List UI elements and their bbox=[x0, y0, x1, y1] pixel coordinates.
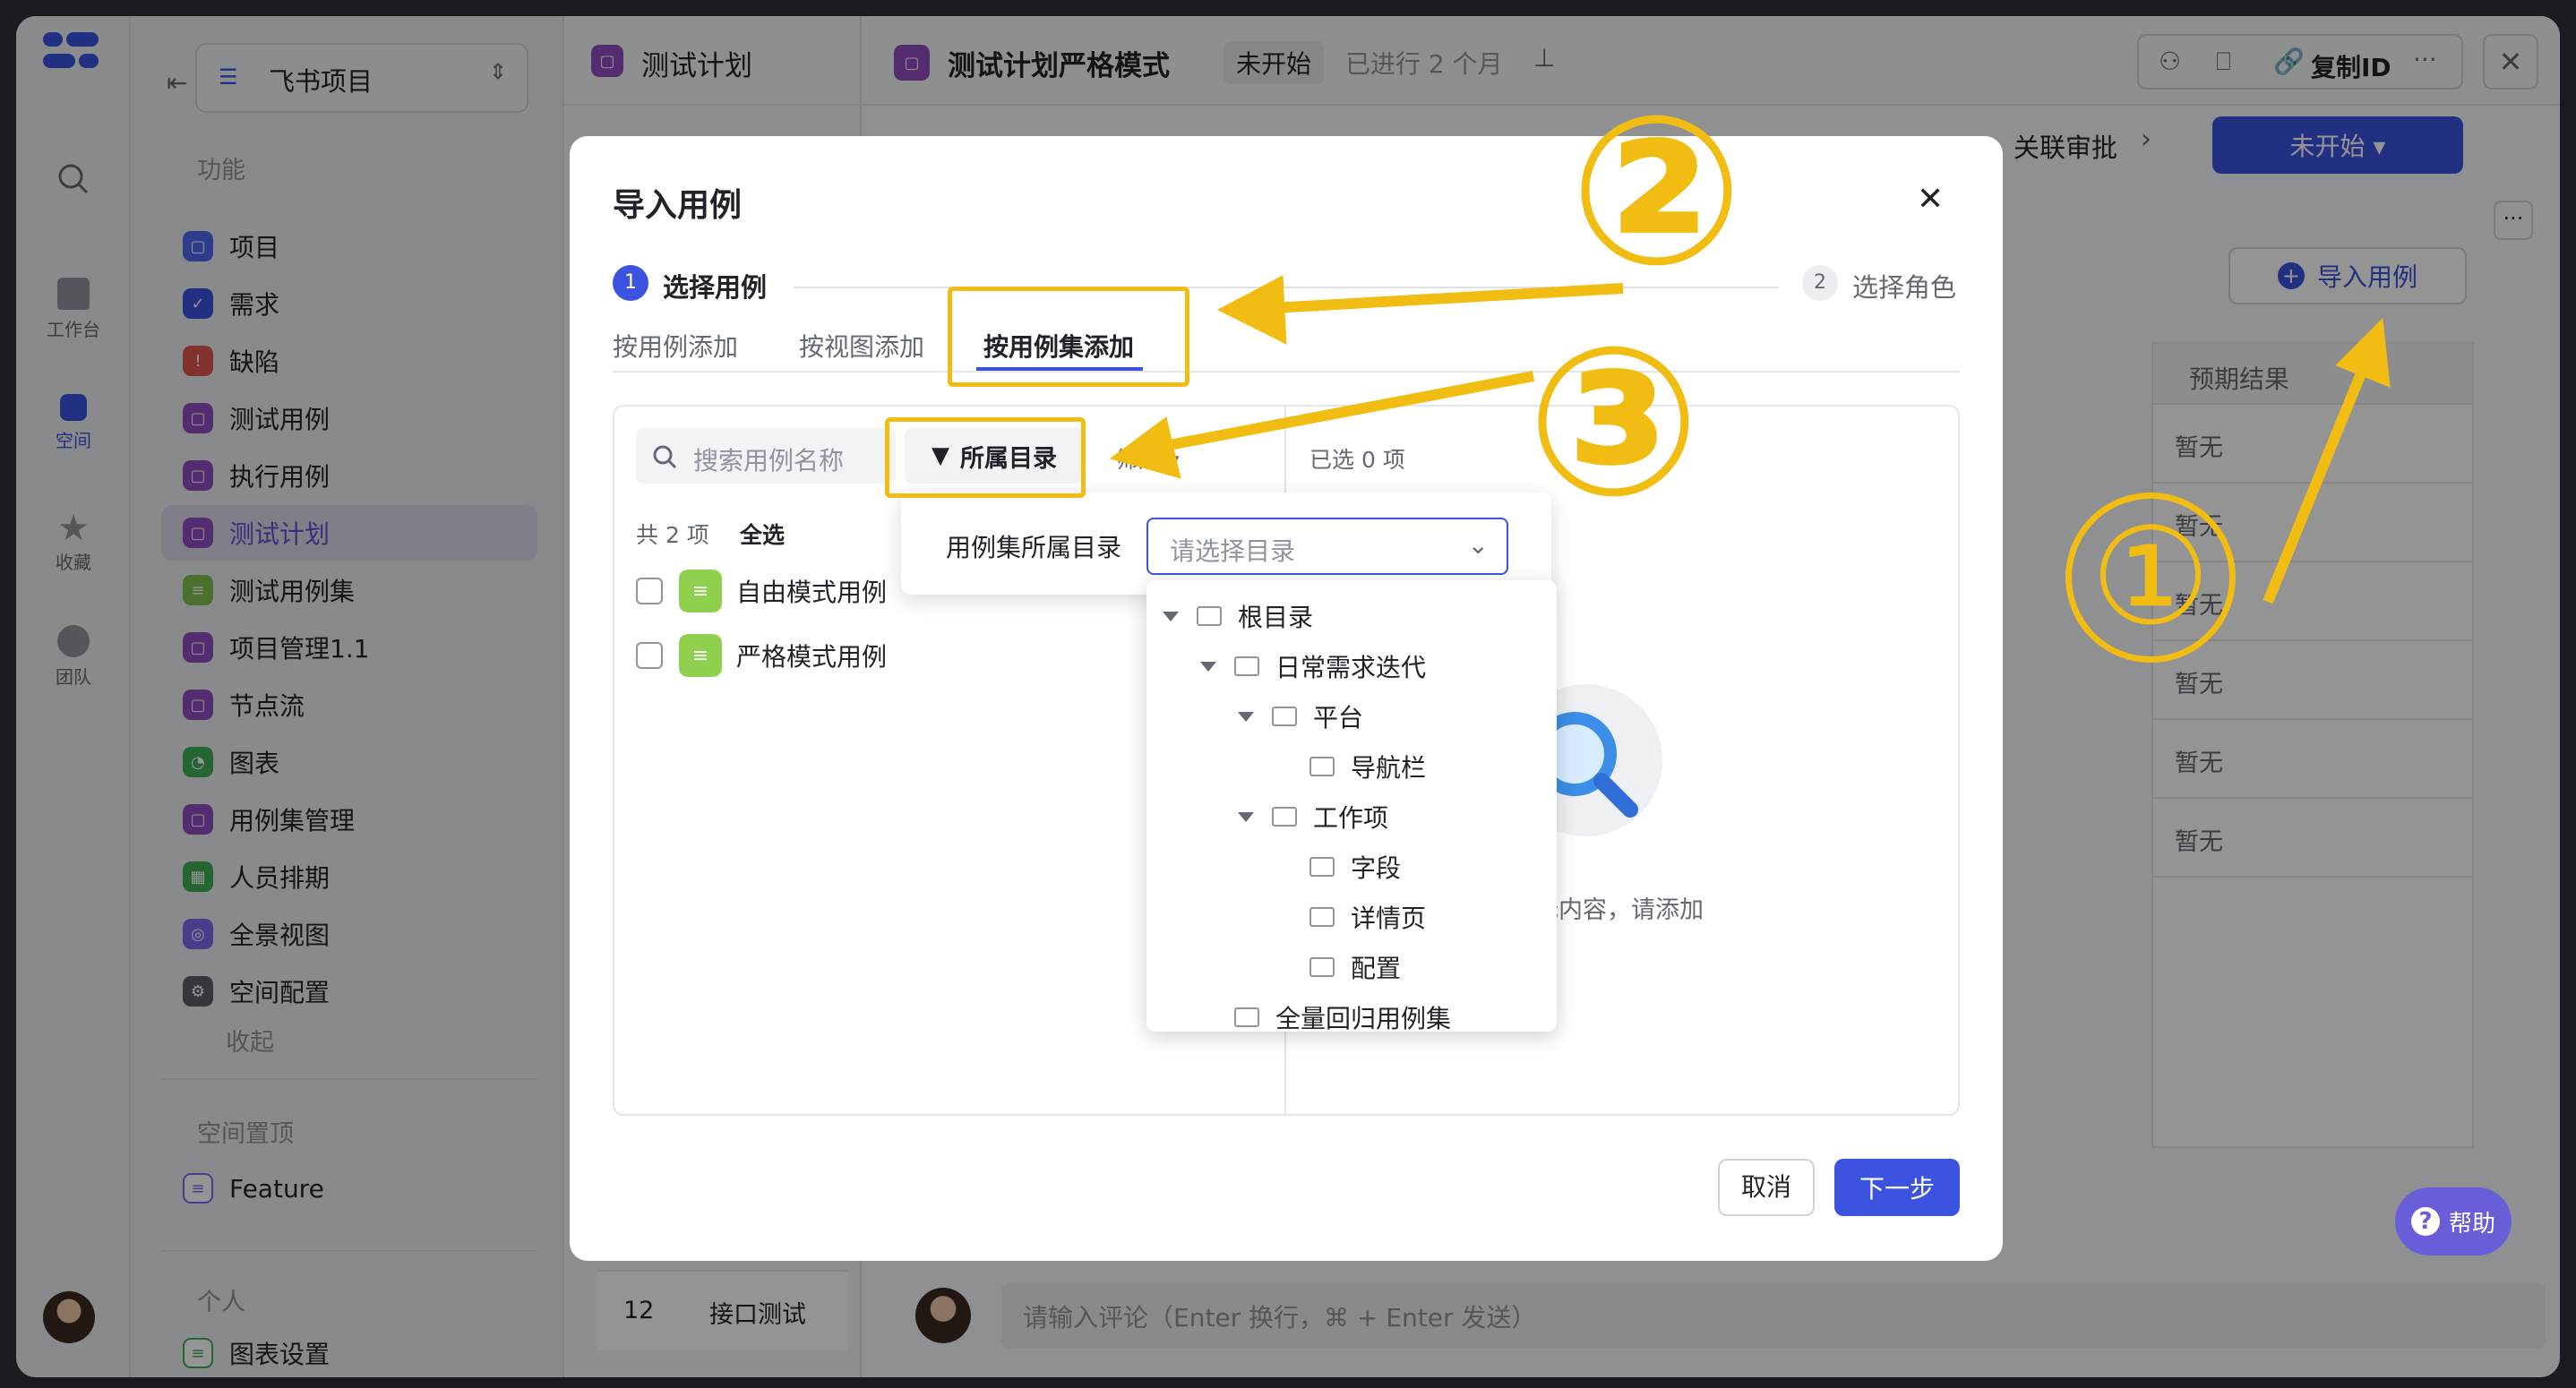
annotation-2: ② bbox=[1569, 73, 1744, 312]
annotation-3: ③ bbox=[1526, 304, 1701, 543]
annotation-1: ① bbox=[2065, 493, 2236, 663]
annotation-arrows bbox=[1109, 275, 2391, 604]
